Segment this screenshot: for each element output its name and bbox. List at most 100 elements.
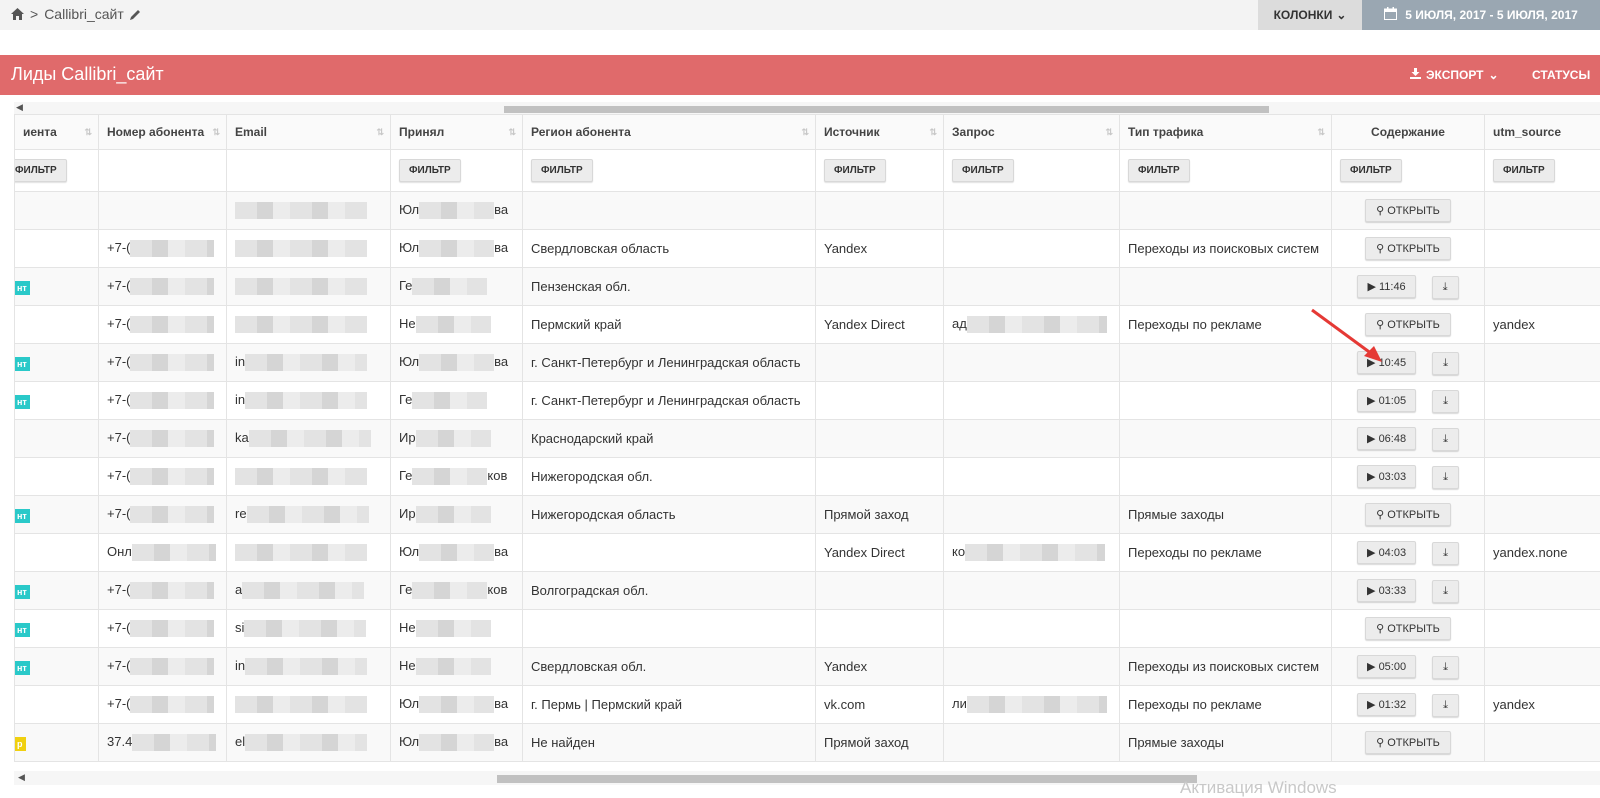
- sort-icon[interactable]: ⇅: [801, 127, 809, 138]
- search-icon: ⚲: [1376, 623, 1384, 635]
- scroll-left-icon[interactable]: ◀: [16, 102, 23, 113]
- download-button[interactable]: ⤓: [1432, 352, 1459, 375]
- export-button[interactable]: ЭКСПОРТ ⌄: [1410, 68, 1499, 82]
- column-header[interactable]: иента⇅: [15, 115, 99, 150]
- play-icon: ▶: [1367, 699, 1375, 711]
- status-badge: нт: [15, 585, 30, 599]
- filter-button[interactable]: ФИЛЬТР: [1340, 159, 1402, 182]
- home-icon[interactable]: [11, 8, 24, 20]
- region-value: Свердловская область: [531, 241, 669, 256]
- table-row[interactable]: р37.4elЮлваНе найденПрямой заходПрямые з…: [15, 724, 1600, 762]
- sort-icon[interactable]: ⇅: [376, 127, 384, 138]
- open-button[interactable]: ⚲ ОТКРЫТЬ: [1365, 199, 1451, 222]
- filter-button[interactable]: ФИЛЬТР: [1128, 159, 1190, 182]
- sort-icon[interactable]: ⇅: [84, 127, 92, 138]
- open-button[interactable]: ⚲ ОТКРЫТЬ: [1365, 617, 1451, 640]
- date-range-button[interactable]: 5 ИЮЛЯ, 2017 - 5 ИЮЛЯ, 2017: [1362, 0, 1600, 30]
- sort-icon[interactable]: ⇅: [212, 127, 220, 138]
- table-row[interactable]: нт+7-(siНе⚲ ОТКРЫТЬ: [15, 610, 1600, 648]
- horizontal-scrollbar-bottom[interactable]: ◀: [14, 771, 1600, 785]
- columns-button[interactable]: КОЛОНКИ ⌄: [1258, 0, 1362, 30]
- table-row[interactable]: нт+7-(aГековВолгоградская обл.▶ 03:33⤓: [15, 572, 1600, 610]
- redacted-value: [235, 696, 367, 713]
- sort-icon[interactable]: ⇅: [929, 127, 937, 138]
- table-row[interactable]: нт+7-(inГег. Санкт-Петербург и Ленинград…: [15, 382, 1600, 420]
- phone-number: +7-(: [107, 620, 130, 635]
- search-icon: ⚲: [1376, 509, 1384, 521]
- table-row[interactable]: +7-(kaИрКраснодарский край▶ 06:48⤓: [15, 420, 1600, 458]
- sort-icon[interactable]: ⇅: [1317, 127, 1325, 138]
- download-button[interactable]: ⤓: [1432, 694, 1459, 717]
- filter-button[interactable]: ФИЛЬТР: [399, 159, 461, 182]
- redacted-value: [235, 278, 367, 295]
- table-row[interactable]: нт+7-(inНеСвердловская обл.YandexПереход…: [15, 648, 1600, 686]
- play-recording-button[interactable]: ▶ 03:03: [1357, 465, 1416, 488]
- traffic-type: Переходы из поисковых систем: [1128, 241, 1319, 256]
- panel-title: Лиды Callibri_сайт: [11, 64, 164, 85]
- filter-button[interactable]: ФИЛЬТР: [531, 159, 593, 182]
- table-row[interactable]: Юлва⚲ ОТКРЫТЬ: [15, 192, 1600, 230]
- scroll-left-icon[interactable]: ◀: [18, 772, 25, 783]
- accepted-by: Ир: [399, 506, 416, 521]
- table-row[interactable]: +7-(Юлваг. Пермь | Пермский крайvk.comли…: [15, 686, 1600, 724]
- pencil-icon[interactable]: [130, 9, 141, 20]
- play-recording-button[interactable]: ▶ 06:48: [1357, 427, 1416, 450]
- table-row[interactable]: +7-(ЮлваСвердловская областьYandexПерехо…: [15, 230, 1600, 268]
- column-header[interactable]: Номер абонента⇅: [99, 115, 227, 150]
- play-recording-button[interactable]: ▶ 01:32: [1357, 693, 1416, 716]
- column-header[interactable]: Тип трафика⇅: [1120, 115, 1332, 150]
- open-button[interactable]: ⚲ ОТКРЫТЬ: [1365, 237, 1451, 260]
- redacted-value: [235, 544, 367, 561]
- download-button[interactable]: ⤓: [1432, 428, 1459, 451]
- filter-button[interactable]: ФИЛЬТР: [824, 159, 886, 182]
- source-value: Yandex: [824, 659, 867, 674]
- calendar-icon: [1384, 7, 1397, 23]
- play-recording-button[interactable]: ▶ 01:05: [1357, 389, 1416, 412]
- download-button[interactable]: ⤓: [1432, 390, 1459, 413]
- column-header[interactable]: Источник⇅: [816, 115, 944, 150]
- horizontal-scrollbar-top[interactable]: ◀: [14, 102, 1600, 114]
- source-value: Прямой заход: [824, 507, 909, 522]
- redacted-value: [412, 278, 487, 295]
- download-button[interactable]: ⤓: [1432, 466, 1459, 489]
- play-recording-button[interactable]: ▶ 05:00: [1357, 655, 1416, 678]
- download-button[interactable]: ⤓: [1432, 276, 1459, 299]
- table-row[interactable]: нт+7-(ГеПензенская обл.▶ 11:46⤓: [15, 268, 1600, 306]
- breadcrumb-current[interactable]: Callibri_сайт: [44, 6, 124, 22]
- breadcrumb: > Callibri_сайт: [11, 6, 141, 22]
- play-recording-button[interactable]: ▶ 04:03: [1357, 541, 1416, 564]
- table-row[interactable]: ОнлЮлваYandex DirectкоПереходы по реклам…: [15, 534, 1600, 572]
- column-header[interactable]: Содержание: [1332, 115, 1485, 150]
- filter-button[interactable]: ФИЛЬТР: [952, 159, 1014, 182]
- table-row[interactable]: нт+7-(reИрНижегородская областьПрямой за…: [15, 496, 1600, 534]
- play-recording-button[interactable]: ▶ 11:46: [1357, 275, 1415, 298]
- download-button[interactable]: ⤓: [1432, 542, 1459, 565]
- duration: 01:32: [1379, 699, 1407, 711]
- column-header[interactable]: Принял⇅: [391, 115, 523, 150]
- sort-icon[interactable]: ⇅: [508, 127, 516, 138]
- column-header[interactable]: Запрос⇅: [944, 115, 1120, 150]
- sort-icon[interactable]: ⇅: [1105, 127, 1113, 138]
- breadcrumb-separator: >: [30, 6, 38, 22]
- download-button[interactable]: ⤓: [1432, 656, 1459, 679]
- accepted-by: Не: [399, 658, 416, 673]
- accepted-by: Юл: [399, 202, 419, 217]
- open-button[interactable]: ⚲ ОТКРЫТЬ: [1365, 731, 1451, 754]
- accepted-by: Юл: [399, 734, 419, 749]
- phone-number: +7-(: [107, 696, 130, 711]
- redacted-value: [412, 582, 487, 599]
- redacted-value: [130, 506, 214, 523]
- filter-button[interactable]: ФИЛЬТР: [15, 159, 67, 182]
- filter-button[interactable]: ФИЛЬТР: [1493, 159, 1555, 182]
- statuses-button[interactable]: СТАТУСЫ: [1532, 68, 1590, 82]
- column-header[interactable]: Email⇅: [227, 115, 391, 150]
- table-row[interactable]: +7-(ГековНижегородская обл.▶ 03:03⤓: [15, 458, 1600, 496]
- column-header[interactable]: Регион абонента⇅: [523, 115, 816, 150]
- column-header[interactable]: utm_source: [1485, 115, 1600, 150]
- phone-number: Онл: [107, 544, 132, 559]
- scrollbar-thumb[interactable]: [504, 106, 1269, 113]
- open-button[interactable]: ⚲ ОТКРЫТЬ: [1365, 503, 1451, 526]
- scrollbar-thumb[interactable]: [497, 775, 1197, 783]
- play-recording-button[interactable]: ▶ 03:33: [1357, 579, 1416, 602]
- download-button[interactable]: ⤓: [1432, 580, 1459, 603]
